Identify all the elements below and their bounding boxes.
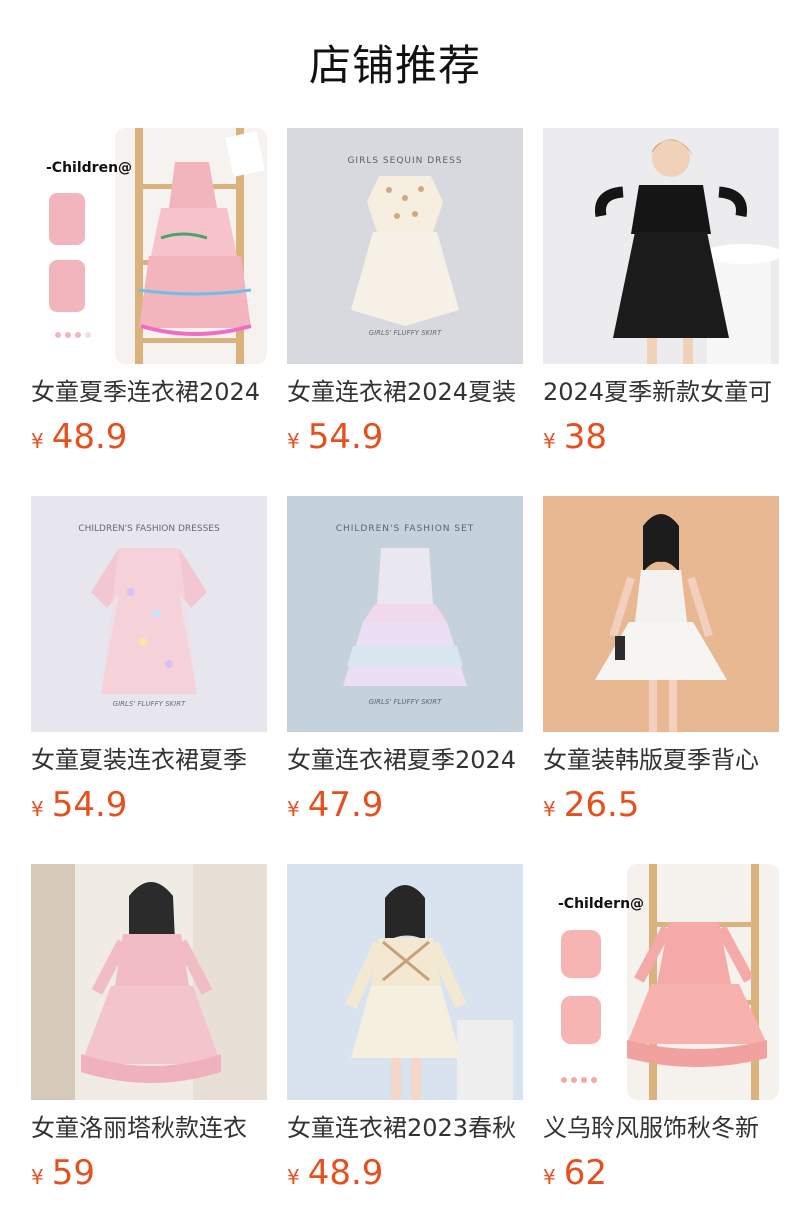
product-price: ¥54.9 — [287, 415, 523, 459]
image-brand-text: -Children@ — [46, 160, 132, 176]
product-image[interactable] — [543, 496, 779, 732]
product-name[interactable]: 女童连衣裙2023春秋 — [287, 1111, 523, 1145]
product-card[interactable]: 2024夏季新款女童可 ¥38 — [543, 128, 779, 468]
product-card[interactable]: CHILDREN'S FASHION DRESSES GIRLS' FLUFFY… — [31, 496, 267, 836]
product-card[interactable]: -Childern@ 义乌聆风服饰秋冬新 ¥62 — [543, 864, 779, 1204]
product-image[interactable]: CHILDREN'S FASHION SET GIRLS' FLUFFY SKI… — [287, 496, 523, 732]
product-price: ¥48.9 — [31, 415, 267, 459]
price-value: 47.9 — [307, 785, 384, 825]
product-name[interactable]: 女童洛丽塔秋款连衣 — [31, 1111, 267, 1145]
product-price: ¥59 — [31, 1151, 267, 1195]
image-subcaption: GIRLS' FLUFFY SKIRT — [369, 698, 442, 706]
product-price: ¥54.9 — [31, 783, 267, 827]
product-price: ¥62 — [543, 1151, 779, 1195]
product-card[interactable]: -Children@ 女童夏季连衣裙2024 ¥48.9 — [31, 128, 267, 468]
price-value: 59 — [51, 1153, 95, 1193]
price-value: 48.9 — [307, 1153, 384, 1193]
price-value: 54.9 — [51, 785, 128, 825]
image-caption: CHILDREN'S FASHION DRESSES — [78, 524, 220, 534]
product-name[interactable]: 女童夏装连衣裙夏季 — [31, 743, 267, 777]
currency-symbol: ¥ — [287, 797, 300, 821]
product-image[interactable]: -Childern@ — [543, 864, 779, 1100]
product-image[interactable]: GIRLS SEQUIN DRESS GIRLS' FLUFFY SKIRT — [287, 128, 523, 364]
currency-symbol: ¥ — [31, 429, 44, 453]
currency-symbol: ¥ — [31, 1165, 44, 1189]
image-subcaption: GIRLS' FLUFFY SKIRT — [369, 329, 442, 337]
product-name[interactable]: 女童夏季连衣裙2024 — [31, 375, 267, 409]
product-card[interactable]: 女童洛丽塔秋款连衣 ¥59 — [31, 864, 267, 1204]
product-price: ¥47.9 — [287, 783, 523, 827]
product-image[interactable] — [31, 864, 267, 1100]
image-subcaption: GIRLS' FLUFFY SKIRT — [113, 700, 186, 708]
currency-symbol: ¥ — [543, 429, 556, 453]
price-value: 26.5 — [563, 785, 640, 825]
currency-symbol: ¥ — [31, 797, 44, 821]
product-name[interactable]: 女童装韩版夏季背心 — [543, 743, 779, 777]
image-caption: GIRLS SEQUIN DRESS — [347, 156, 462, 166]
currency-symbol: ¥ — [543, 1165, 556, 1189]
image-brand-text: -Childern@ — [558, 896, 644, 912]
product-card[interactable]: 女童装韩版夏季背心 ¥26.5 — [543, 496, 779, 836]
product-image[interactable] — [543, 128, 779, 364]
currency-symbol: ¥ — [287, 1165, 300, 1189]
page-title: 店铺推荐 — [308, 41, 481, 90]
product-name[interactable]: 女童连衣裙夏季2024 — [287, 743, 523, 777]
product-image[interactable]: -Children@ — [31, 128, 267, 364]
price-value: 48.9 — [51, 417, 128, 457]
product-card[interactable]: 女童连衣裙2023春秋 ¥48.9 — [287, 864, 523, 1204]
product-image[interactable]: CHILDREN'S FASHION DRESSES GIRLS' FLUFFY… — [31, 496, 267, 732]
image-caption: CHILDREN'S FASHION SET — [336, 524, 475, 534]
currency-symbol: ¥ — [543, 797, 556, 821]
product-name[interactable]: 义乌聆风服饰秋冬新 — [543, 1111, 779, 1145]
currency-symbol: ¥ — [287, 429, 300, 453]
product-name[interactable]: 女童连衣裙2024夏装 — [287, 375, 523, 409]
price-value: 54.9 — [307, 417, 384, 457]
product-card[interactable]: GIRLS SEQUIN DRESS GIRLS' FLUFFY SKIRT 女… — [287, 128, 523, 468]
product-image[interactable] — [287, 864, 523, 1100]
product-card[interactable]: CHILDREN'S FASHION SET GIRLS' FLUFFY SKI… — [287, 496, 523, 836]
price-value: 62 — [563, 1153, 607, 1193]
product-name[interactable]: 2024夏季新款女童可 — [543, 375, 779, 409]
product-price: ¥26.5 — [543, 783, 779, 827]
product-price: ¥38 — [543, 415, 779, 459]
product-price: ¥48.9 — [287, 1151, 523, 1195]
price-value: 38 — [563, 417, 607, 457]
